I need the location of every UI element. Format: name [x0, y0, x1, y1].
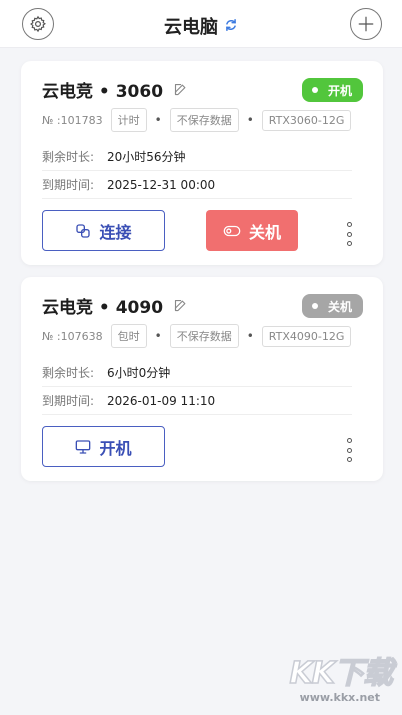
expire-label: 到期时间:: [42, 178, 95, 192]
connect-label: 连接: [99, 222, 132, 242]
machine-name-row: 云电竞 • 3060: [42, 77, 188, 102]
connect-icon: [75, 223, 91, 239]
power-on-label: 开机: [99, 438, 132, 458]
expire-value: 2026-01-09 11:10: [107, 393, 216, 408]
watermark: KK下载 www.kkx.net: [289, 656, 394, 704]
shutdown-label: 关机: [248, 222, 281, 242]
expire-value: 2025-12-31 00:00: [107, 177, 216, 192]
expire-row: 到期时间: 2025-12-31 00:00: [42, 171, 352, 199]
machine-card: 云电竞 • 3060 开机 № :101783 计时 • 不保存数据 • RTX…: [21, 61, 383, 265]
refresh-icon[interactable]: [224, 16, 238, 37]
remaining-value: 20小时56分钟: [107, 150, 186, 164]
status-dot: [311, 303, 318, 309]
edit-icon[interactable]: [173, 298, 188, 313]
machine-card: 云电竞 • 4090 关机 № :107638 包时 • 不保存数据 • RTX…: [21, 277, 383, 481]
separator-dot: •: [154, 329, 162, 343]
remaining-label: 剩余时长:: [42, 150, 95, 164]
machine-name-row: 云电竞 • 4090: [42, 293, 188, 318]
gpu-tag: RTX3060-12G: [261, 109, 352, 131]
billing-tag: 计时: [110, 108, 147, 132]
remaining-label: 剩余时长:: [42, 366, 95, 380]
watermark-url: www.kkx.net: [299, 691, 380, 704]
status-label: 开机: [327, 83, 352, 98]
add-button[interactable]: [350, 8, 382, 40]
power-on-button[interactable]: 开机: [42, 426, 165, 467]
storage-tag: 不保存数据: [169, 324, 239, 348]
top-bar: 云电脑: [0, 0, 402, 48]
remaining-row: 剩余时长: 20小时56分钟: [42, 143, 352, 171]
edit-icon[interactable]: [173, 82, 188, 97]
separator-dot: •: [246, 329, 254, 343]
shutdown-button[interactable]: 关机: [206, 210, 298, 251]
separator-dot: •: [154, 113, 162, 127]
machine-id: № :107638: [42, 329, 103, 343]
billing-tag: 包时: [110, 324, 147, 348]
toggle-icon: [223, 224, 241, 238]
page-title-wrap: 云电脑: [0, 13, 402, 39]
storage-tag: 不保存数据: [169, 108, 239, 132]
remaining-row: 剩余时长: 6小时0分钟: [42, 359, 352, 387]
remaining-value: 6小时0分钟: [107, 366, 171, 380]
machine-name: 云电竞 • 3060: [42, 82, 164, 102]
monitor-icon: [75, 439, 91, 455]
machine-tags: № :107638 包时 • 不保存数据 • RTX4090-12G: [42, 324, 352, 348]
status-badge: 关机: [301, 294, 363, 318]
expire-row: 到期时间: 2026-01-09 11:10: [42, 387, 352, 415]
watermark-logo: KK下载: [289, 656, 394, 691]
status-badge: 开机: [301, 78, 363, 102]
machine-tags: № :101783 计时 • 不保存数据 • RTX3060-12G: [42, 108, 352, 132]
machine-name: 云电竞 • 4090: [42, 298, 164, 318]
connect-button[interactable]: 连接: [42, 210, 165, 251]
page-title: 云电脑: [164, 17, 218, 38]
status-dot: [311, 87, 318, 93]
status-label: 关机: [327, 299, 352, 314]
separator-dot: •: [246, 113, 254, 127]
plus-icon: [358, 16, 374, 32]
more-options-icon[interactable]: [346, 438, 352, 462]
more-options-icon[interactable]: [346, 222, 352, 246]
expire-label: 到期时间:: [42, 394, 95, 408]
gpu-tag: RTX4090-12G: [261, 325, 352, 347]
machine-id: № :101783: [42, 113, 103, 127]
